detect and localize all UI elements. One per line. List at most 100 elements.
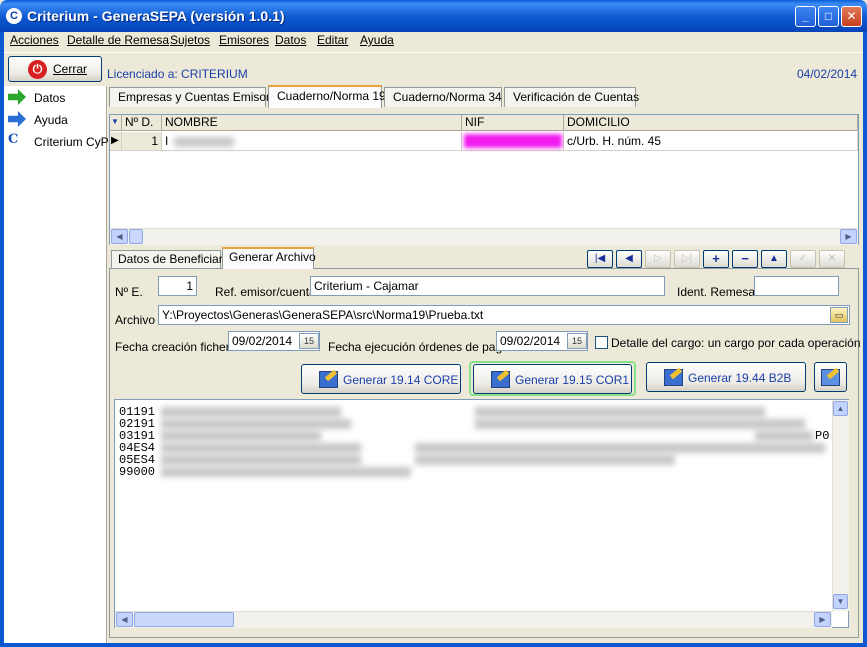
grid-horizontal-scrollbar[interactable] (110, 228, 858, 245)
scroll-left-icon[interactable]: ◀ (116, 612, 133, 627)
row-pointer-icon: ▶ (110, 132, 122, 151)
ident-remesa-label: Ident. Remesa (677, 285, 756, 299)
redacted-text (415, 443, 825, 453)
ref-input[interactable]: Criterium - Cajamar (310, 276, 665, 296)
cancel-icon[interactable]: ✕ (819, 250, 845, 268)
redacted-text (415, 455, 675, 465)
scroll-thumb[interactable] (134, 612, 234, 627)
close-icon[interactable]: ✕ (841, 6, 862, 27)
redacted-text (161, 443, 361, 453)
sidebar (4, 86, 107, 643)
generar-core-label: Generar 19.14 CORE (343, 373, 459, 387)
folder-open-icon[interactable]: ▭ (830, 307, 848, 323)
scroll-down-icon[interactable]: ▼ (833, 594, 848, 609)
table-row[interactable]: 1 (122, 132, 162, 151)
grid-header-domicilio[interactable]: DOMICILIO (564, 115, 858, 131)
criterium-cyp-icon: C (8, 132, 19, 147)
menu-sujetos[interactable]: Sujetos (170, 33, 210, 47)
output-vertical-scrollbar[interactable] (832, 400, 849, 611)
scroll-up-icon[interactable]: ▲ (833, 401, 848, 416)
menu-emisores-label: Emisores (219, 33, 270, 47)
redacted-nif (464, 134, 562, 148)
window-title: Criterium - GeneraSEPA (versión 1.0.1) (27, 8, 285, 24)
ne-input[interactable]: 1 (158, 276, 197, 296)
menu-detalle-remesa[interactable]: Detalle de Remesa (67, 33, 169, 47)
menu-acciones[interactable]: Acciones (10, 33, 59, 47)
edit-document-icon (319, 371, 338, 388)
menu-editar-label: Editar (317, 33, 349, 47)
tab-norma-19[interactable]: Cuaderno/Norma 19 (268, 85, 386, 108)
output-line-tail: P0 (815, 429, 830, 443)
delete-icon[interactable]: − (732, 250, 758, 268)
tab-generar-archivo[interactable]: Generar Archivo (222, 247, 316, 269)
sidebar-item-label: Datos (34, 91, 66, 105)
edit-document-icon (491, 371, 510, 388)
grid-cell-nif[interactable] (462, 132, 564, 151)
ident-remesa-input[interactable] (754, 276, 839, 296)
redacted-text (475, 419, 805, 429)
generar-b2b-button[interactable]: Generar 19.44 B2B (646, 362, 806, 392)
archivo-input[interactable]: Y:\Proyectos\Generas\GeneraSEPA\src\Norm… (158, 305, 850, 325)
menu-datos[interactable]: Datos (275, 33, 306, 47)
post-icon[interactable]: ✓ (790, 250, 816, 268)
grid-cell-nombre-text: I (165, 134, 169, 148)
redacted-text (174, 137, 234, 147)
insert-icon[interactable]: + (703, 250, 729, 268)
grid-header-nif[interactable]: NIF (462, 115, 564, 131)
sidebar-item-label: Criterium CyP (34, 135, 109, 149)
calendar-icon[interactable]: 15 (299, 333, 319, 349)
menu-ayuda-label: Ayuda (360, 33, 394, 47)
tab-norma-34[interactable]: Cuaderno/Norma 34 (384, 87, 502, 107)
grid-header-num[interactable]: Nº D. (122, 115, 162, 131)
license-text: Licenciado a: CRITERIUM (107, 67, 248, 81)
tab-datos-beneficiario[interactable]: Datos de Beneficiario (111, 250, 232, 268)
detalle-cargo-checkbox[interactable] (595, 336, 608, 349)
redacted-text (755, 431, 813, 441)
sidebar-item-label: Ayuda (34, 113, 68, 127)
edit-document-icon (664, 369, 683, 386)
minimize-icon[interactable]: _ (795, 6, 816, 27)
menu-detalle-remesa-label: Detalle de Remesa (67, 33, 170, 47)
output-line: 99000 (119, 465, 156, 479)
power-icon[interactable]: ⏻ (28, 60, 47, 79)
scroll-thumb[interactable] (129, 229, 143, 244)
menu-datos-label: Datos (275, 33, 307, 47)
window-border-bottom (0, 643, 867, 647)
edit-icon[interactable]: ▲ (761, 250, 787, 268)
scroll-left-icon[interactable]: ◀ (111, 229, 128, 244)
grid-header-nombre[interactable]: NOMBRE (162, 115, 462, 131)
open-file-button[interactable] (814, 362, 847, 392)
close-button-label[interactable]: Cerrar (53, 62, 87, 76)
open-book-icon (821, 369, 840, 386)
redacted-text (161, 467, 411, 477)
grid-cell-domicilio[interactable]: c/Urb. H. núm. 45 (564, 132, 858, 151)
first-record-icon[interactable]: |◀ (587, 250, 613, 268)
window-border-right (863, 32, 867, 647)
redacted-text (475, 407, 765, 417)
redacted-text (161, 407, 341, 417)
menu-emisores[interactable]: Emisores (219, 33, 269, 47)
app-logo-icon[interactable]: C (6, 8, 22, 24)
generar-core-button[interactable]: Generar 19.14 CORE (301, 364, 461, 394)
prior-record-icon[interactable]: ◀ (616, 250, 642, 268)
menu-ayuda[interactable]: Ayuda (360, 33, 394, 47)
scroll-right-icon[interactable]: ▶ (814, 612, 831, 627)
redacted-text (161, 431, 321, 441)
next-record-icon[interactable]: ▷ (645, 250, 671, 268)
output-textarea[interactable]: 01191 02191 03191 04ES4 05ES4 99000 P0 (114, 399, 849, 628)
grid-cell-nombre[interactable]: I (162, 132, 462, 151)
scroll-right-icon[interactable]: ▶ (840, 229, 857, 244)
maximize-icon[interactable]: □ (818, 6, 839, 27)
calendar-icon[interactable]: 15 (567, 333, 587, 349)
tab-verificacion[interactable]: Verificación de Cuentas (504, 87, 639, 107)
menu-editar[interactable]: Editar (317, 33, 348, 47)
generar-cor1-button[interactable]: Generar 19.15 COR1 (473, 364, 632, 394)
tab-empresas[interactable]: Empresas y Cuentas Emisoras (109, 87, 283, 107)
detalle-cargo-label[interactable]: Detalle del cargo: un cargo por cada ope… (611, 336, 861, 350)
menu-sujetos-label: Sujetos (170, 33, 211, 47)
last-record-icon[interactable]: ▷| (674, 250, 700, 268)
menu-acciones-label: Acciones (10, 33, 59, 47)
fecha-creacion-label: Fecha creación fichero (115, 340, 237, 354)
grid-indicator-icon[interactable]: ▼ (110, 115, 122, 131)
redacted-text (161, 455, 361, 465)
